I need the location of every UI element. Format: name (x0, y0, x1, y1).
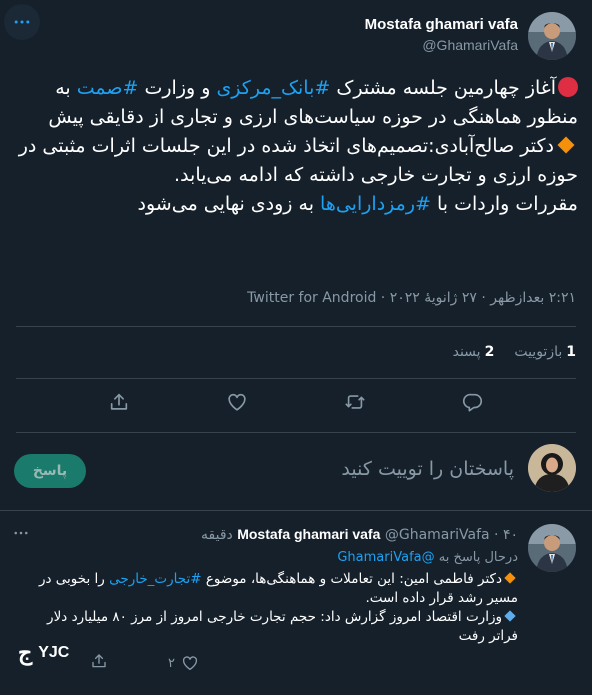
author-info[interactable]: Mostafa ghamari vafa @GhamariVafa (365, 16, 518, 53)
replying-to-label: درحال پاسخ به (438, 550, 518, 565)
tweet-line1-post: و وزارت (144, 77, 217, 99)
likes-count: 2 (484, 344, 495, 360)
red-circle-emoji (558, 77, 578, 97)
reply-p2: وزارت اقتصاد امروز گزارش داد: حجم تجارت … (47, 609, 518, 644)
reply-icon (463, 393, 483, 412)
more-icon (14, 531, 28, 535)
main-tweet: Mostafa ghamari vafa @GhamariVafa آغاز چ… (0, 0, 592, 432)
reply-p1-pre: دکتر فاطمی امین: این تعاملات و هماهنگی‌ه… (201, 571, 502, 587)
author-handle[interactable]: @GhamariVafa (365, 37, 518, 53)
retweets-count: 1 (566, 344, 576, 360)
replying-to-handle[interactable]: @GhamariVafa (337, 550, 434, 565)
yjc-text: YJC (38, 644, 70, 661)
hashtag-ramzdaraei[interactable]: #رمزدارایی‌ها (320, 193, 431, 215)
retweet-button[interactable] (344, 391, 366, 417)
like-icon (182, 656, 198, 671)
hashtag-samt[interactable]: #صمت (77, 77, 139, 99)
author-name[interactable]: Mostafa ghamari vafa (365, 16, 518, 33)
likes-stat[interactable]: 2پسند (453, 344, 495, 360)
yjc-logo-icon: ج (18, 640, 33, 665)
reply-share-button[interactable] (90, 652, 108, 674)
reply-author-name[interactable]: Mostafa ghamari vafa (237, 526, 380, 542)
retweets-label: بازتوییت (514, 344, 563, 360)
divider (16, 378, 576, 379)
reply-button[interactable] (462, 391, 484, 417)
reply-header: Mostafa ghamari vafa @GhamariVafa · ۴۰ د… (201, 526, 518, 543)
share-icon (92, 654, 106, 668)
reply-tweet[interactable]: Mostafa ghamari vafa @GhamariVafa · ۴۰ د… (0, 510, 592, 695)
reply-input[interactable]: پاسختان را توییت کنید (341, 458, 514, 480)
reply-more-button[interactable] (12, 524, 30, 546)
share-icon (110, 393, 128, 410)
like-icon (228, 393, 246, 411)
more-options-button[interactable] (4, 4, 40, 40)
hashtag-bank-markazi[interactable]: #بانک_مرکزی (216, 77, 330, 99)
tweet-text: آغاز چهارمین جلسه مشترک #بانک_مرکزی و وز… (14, 74, 578, 219)
tweet-timestamp[interactable]: ۲:۲۱ بعدازظهر · ۲۷ ژانویهٔ ۲۰۲۲ · Twitte… (247, 290, 576, 306)
reply-compose: پاسختان را توییت کنید (0, 432, 592, 508)
tweet-line1-pre: آغاز چهارمین جلسه مشترک (330, 77, 556, 99)
tweet-actions (0, 391, 592, 417)
author-avatar[interactable] (528, 12, 576, 60)
reply-actions: ۲ (90, 652, 199, 674)
replying-to: درحال پاسخ به @GhamariVafa (337, 550, 518, 565)
yjc-watermark: ج YJC (18, 640, 69, 666)
tweet-line3: دکتر صالح‌آبادی:تصمیم‌های اتخاذ شده در ا… (18, 135, 578, 186)
orange-diamond-emoji (557, 136, 575, 154)
reply-text: دکتر فاطمی امین: این تعاملات و هماهنگی‌ه… (30, 570, 518, 646)
retweet-icon (345, 395, 365, 409)
reply-author-handle[interactable]: @GhamariVafa (385, 527, 490, 543)
reply-like-button[interactable]: ۲ (168, 652, 199, 674)
retweets-stat[interactable]: 1بازتوییت (514, 344, 576, 360)
tweet-line4-post: به زودی نهایی می‌شود (137, 193, 321, 215)
separator-dot: · (494, 527, 499, 543)
like-button[interactable] (226, 391, 248, 417)
divider (16, 326, 576, 327)
share-button[interactable] (108, 391, 130, 417)
reply-like-count: ۲ (168, 655, 175, 671)
tweet-line4-pre: مقررات واردات با (430, 193, 578, 215)
hashtag-tejarat-khareji[interactable]: #تجارت_خارجی (109, 571, 201, 587)
tweet-stats: 1بازتوییت 2پسند (453, 344, 576, 360)
current-user-avatar[interactable] (528, 444, 576, 492)
more-icon (14, 20, 30, 24)
orange-diamond-emoji (504, 572, 516, 584)
likes-label: پسند (452, 344, 481, 360)
reply-submit-button[interactable]: پاسخ (14, 454, 86, 488)
blue-diamond-emoji (504, 610, 516, 622)
